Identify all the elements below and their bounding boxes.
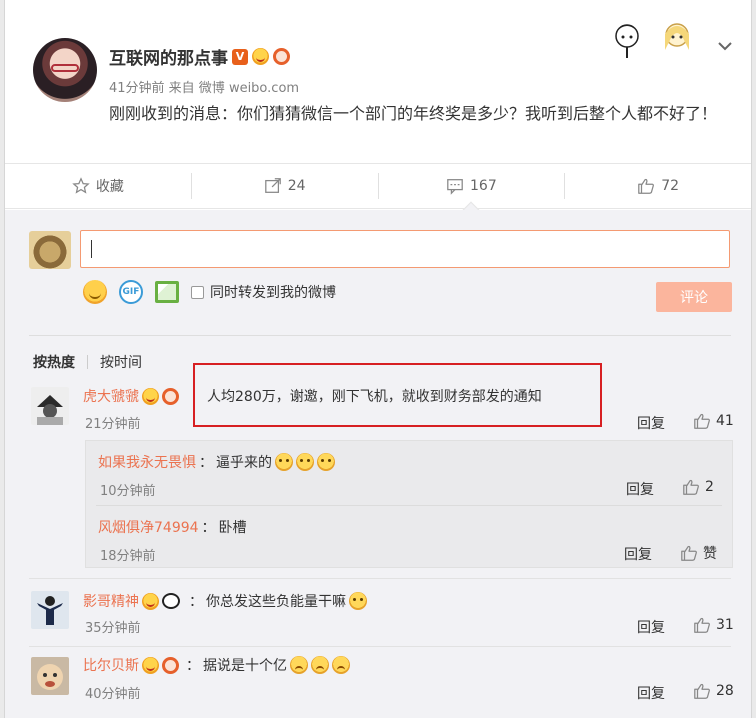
like-button[interactable]: 72 [565,173,751,199]
reply-author-name[interactable]: 如果我永无畏惧 [98,452,196,472]
comment-author-name[interactable]: 影哥精神 [83,591,139,611]
post-meta: 41分钟前 来自 微博 weibo.com [109,81,300,96]
reply-button[interactable]: 回复 [637,683,665,703]
action-bar: 收藏 24 167 72 [5,163,751,209]
crying-emoji-icon [311,656,329,674]
reply-button[interactable]: 回复 [637,413,665,433]
reply-time: 10分钟前 [100,484,156,499]
comment-like-count: 28 [716,683,734,699]
submit-comment-button[interactable]: 评论 [656,282,732,312]
verified-icon: V [232,48,248,65]
repost-count: 24 [287,178,306,194]
divider [29,646,731,647]
author-name[interactable]: 互联网的那点事 [109,44,228,69]
comment-author: 虎大虢虢 [83,386,179,406]
reply-like-button[interactable]: 赞 [680,543,717,563]
post-author: 互联网的那点事 V [109,44,290,69]
comment-like-button[interactable]: 28 [693,682,734,700]
thumbs-up-icon [638,178,655,194]
thumbs-up-icon [694,683,710,699]
reply-author-name[interactable]: 风烟俱净74994 [98,517,199,537]
face-emoji-icon [296,453,314,471]
thumbs-badge-icon [252,48,269,65]
favorite-button[interactable]: 收藏 [5,173,192,199]
comment-input[interactable] [80,230,730,268]
thumbs-badge-icon [142,656,159,674]
comment-button[interactable]: 167 [379,173,566,199]
face-emoji-icon [349,592,367,610]
cartoon-decoration-icon [615,23,689,58]
face-emoji-icon [275,453,293,471]
sort-tabs: 按热度 按时间 [33,352,142,372]
panda-badge-icon [162,593,180,609]
reply-text: 卧槽 [218,520,247,536]
reply-like-button[interactable]: 2 [682,478,714,496]
reply-author: 如果我永无畏惧 ： 逼乎来的 [98,452,335,472]
favorite-label: 收藏 [95,179,124,195]
thumbs-up-icon [694,413,710,429]
reply-like-count: 2 [705,479,714,495]
reply-button[interactable]: 回复 [637,617,665,637]
commenter-avatar[interactable] [31,387,69,425]
divider [29,335,731,336]
comment-like-button[interactable]: 41 [693,412,734,430]
reply-like-count: 赞 [703,546,717,562]
emoji-icon[interactable] [83,280,107,304]
commenter-avatar[interactable] [31,657,69,695]
comment-count: 167 [470,178,497,194]
my-avatar [29,231,71,269]
star-icon [72,177,90,194]
reply-button[interactable]: 回复 [626,479,654,499]
divider [29,578,731,579]
image-icon[interactable] [155,281,179,303]
tab-sort-time[interactable]: 按时间 [100,352,142,372]
comment-author-name[interactable]: 比尔贝斯 [83,655,139,675]
comment-time: 35分钟前 [85,621,141,636]
comment-icon [447,179,463,195]
comment-author-name[interactable]: 虎大虢虢 [83,386,139,406]
thumbs-up-icon [683,479,699,495]
comment-author: 影哥精神 ： 你总发这些负能量干嘛 [83,591,367,611]
gif-icon[interactable]: GIF [119,280,143,304]
reply-time: 18分钟前 [100,549,156,564]
like-count: 72 [661,178,680,194]
comment-text: 你总发这些负能量干嘛 [206,594,346,610]
share-icon [264,178,281,193]
face-emoji-icon [317,453,335,471]
post-text: 刚刚收到的消息：你们猜猜微信一个部门的年终奖是多少？我听到后整个人都不好了！ [109,104,718,123]
member-badge-icon [162,656,179,674]
forward-checkbox[interactable] [191,285,204,299]
reply-author: 风烟俱净74994 ： 卧槽 [98,517,247,537]
forward-label: 同时转发到我的微博 [210,285,336,301]
crying-emoji-icon [290,656,308,674]
chevron-down-icon[interactable] [717,36,733,55]
crying-emoji-icon [332,656,350,674]
comment-author: 比尔贝斯 ： 据说是十个亿 [83,655,350,675]
reply-button[interactable]: 回复 [624,544,652,564]
repost-button[interactable]: 24 [192,173,379,199]
author-avatar[interactable] [33,38,97,102]
comment-text: 据说是十个亿 [203,658,287,674]
replies-panel: 如果我永无畏惧 ： 逼乎来的 10分钟前 回复 2 风烟俱净74994 ： 卧槽… [85,440,733,568]
comment-time: 40分钟前 [85,687,141,702]
thumbs-badge-icon [142,592,159,610]
comment-like-count: 41 [716,413,734,429]
comment-like-count: 31 [716,617,734,633]
comment-text: 人均280万，谢邀，刚下飞机，就收到财务部发的通知 [207,389,542,405]
member-badge-icon [273,48,290,65]
member-badge-icon [162,387,179,405]
comment-time: 21分钟前 [85,417,141,432]
reply-text: 逼乎来的 [216,455,272,471]
composer-tools: GIF 同时转发到我的微博 [83,280,336,304]
commenter-avatar[interactable] [31,591,69,629]
tab-sort-hot[interactable]: 按热度 [33,352,75,372]
thumbs-up-icon [681,545,697,561]
weibo-post-card: 互联网的那点事 V 41分钟前 来自 微博 weibo.com 刚刚收到的消息：… [4,0,752,718]
thumbs-badge-icon [142,387,159,405]
divider [96,505,722,506]
comment-like-button[interactable]: 31 [693,616,734,634]
thumbs-up-icon [694,617,710,633]
